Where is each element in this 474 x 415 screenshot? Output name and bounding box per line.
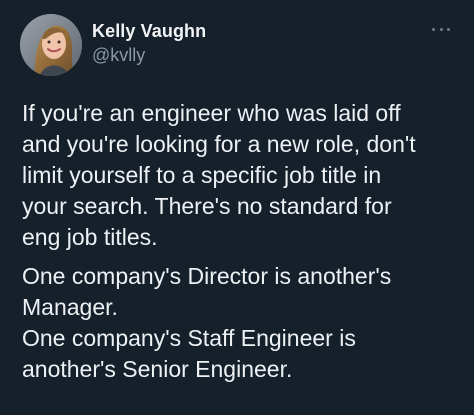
tweet-author[interactable]: Kelly Vaughn @kvlly [92,20,206,66]
tweet-line: eng job titles. [22,224,158,250]
author-handle[interactable]: @kvlly [92,44,206,66]
avatar[interactable] [20,14,82,76]
more-dot-icon [432,27,435,31]
more-options-icon[interactable] [432,24,450,34]
tweet-line: One company's Director is another's [22,263,392,289]
more-dot-icon [447,27,450,31]
tweet-line: your search. There's no standard for [22,193,392,219]
profile-photo-icon [20,14,82,76]
tweet-line: Manager. [22,294,118,320]
tweet-line: One company's Staff Engineer is [22,325,356,351]
tweet-line: limit yourself to a specific job title i… [22,162,382,188]
more-dot-icon [439,27,443,31]
author-name[interactable]: Kelly Vaughn [92,20,206,42]
tweet-line: and you're looking for a new role, don't [22,131,416,157]
tweet-paragraph-1: If you're an engineer who was laid off a… [22,98,462,253]
tweet-line: If you're an engineer who was laid off [22,100,401,126]
tweet-line: another's Senior Engineer. [22,356,293,382]
tweet-card: Kelly Vaughn @kvlly If you're an enginee… [0,0,474,415]
tweet-paragraph-2: One company's Director is another's Mana… [22,261,462,385]
tweet-text: If you're an engineer who was laid off a… [22,98,462,385]
